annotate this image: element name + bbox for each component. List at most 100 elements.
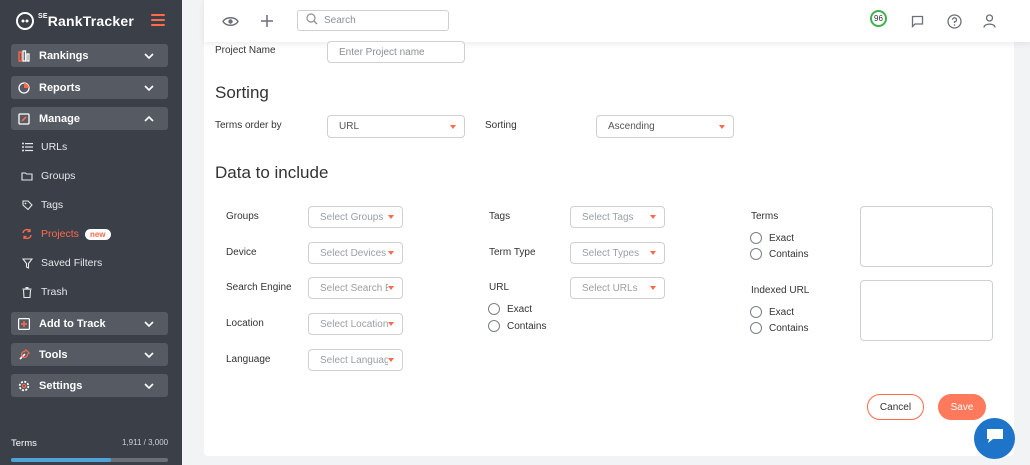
nav-group-label: Rankings xyxy=(39,49,89,62)
tools-icon xyxy=(17,348,31,362)
chevron-down-icon xyxy=(142,49,156,63)
nav-group-label: Reports xyxy=(39,81,81,94)
flag-icon[interactable] xyxy=(908,12,926,30)
nav-group-label: Tools xyxy=(39,348,68,361)
nav-group-tools[interactable]: Tools xyxy=(11,343,168,366)
terms-label: Terms xyxy=(751,211,779,222)
nav-group-add-to-track[interactable]: Add to Track xyxy=(11,312,168,335)
logo-mark-icon xyxy=(16,12,34,30)
language-select[interactable]: Select Languag xyxy=(308,349,403,371)
url-exact-radio[interactable]: Exact xyxy=(488,303,532,315)
sorting-label: Sorting xyxy=(485,120,517,131)
sorting-select[interactable]: Ascending xyxy=(596,115,734,138)
tag-icon xyxy=(21,199,33,211)
nav-group-settings[interactable]: Settings xyxy=(11,374,168,397)
search-icon xyxy=(306,12,318,30)
radio-circle xyxy=(750,248,762,260)
nav-group-reports[interactable]: Reports xyxy=(11,76,168,99)
user-icon[interactable] xyxy=(980,12,998,30)
chat-bubble-icon xyxy=(985,427,1005,450)
tags-select[interactable]: Select Tags xyxy=(570,206,665,228)
groups-select[interactable]: Select Groups xyxy=(308,206,403,228)
sidebar-item-label: Saved Filters xyxy=(41,257,103,269)
sidebar: SERankTracker Rankings Reports Manage UR… xyxy=(0,0,182,465)
radio-label: Exact xyxy=(769,306,795,318)
select-placeholder: Select Groups xyxy=(320,211,384,223)
terms-usage-label: Terms xyxy=(11,438,37,449)
nav-group-label: Add to Track xyxy=(39,317,106,330)
save-button[interactable]: Save xyxy=(938,394,986,420)
location-select[interactable]: Select Location xyxy=(308,313,403,335)
url-select[interactable]: Select URLs xyxy=(570,277,665,299)
caret-down-icon xyxy=(388,251,394,255)
list-icon xyxy=(21,141,33,153)
tags-label: Tags xyxy=(489,211,511,222)
sidebar-item-groups[interactable]: Groups xyxy=(21,167,75,185)
rankings-icon xyxy=(17,49,31,63)
groups-label: Groups xyxy=(226,211,259,222)
app-logo[interactable]: SERankTracker xyxy=(16,10,134,32)
health-score-badge[interactable]: 96 xyxy=(870,10,887,27)
plus-icon[interactable] xyxy=(258,12,276,30)
sidebar-item-projects[interactable]: Projects new xyxy=(21,225,111,243)
terms-contains-radio[interactable]: Contains xyxy=(750,248,808,260)
sidebar-item-trash[interactable]: Trash xyxy=(21,283,67,301)
caret-down-icon xyxy=(388,215,394,219)
terms-exact-radio[interactable]: Exact xyxy=(750,232,794,244)
search-box[interactable] xyxy=(297,10,449,31)
select-placeholder: Select Tags xyxy=(582,211,634,223)
nav-group-label: Settings xyxy=(39,379,83,392)
data-to-include-heading: Data to include xyxy=(215,163,329,182)
select-placeholder: Select Location xyxy=(320,318,388,330)
select-value: URL xyxy=(339,121,360,132)
search-engine-label: Search Engine xyxy=(226,282,292,293)
device-select[interactable]: Select Devices xyxy=(308,242,403,264)
project-name-input[interactable] xyxy=(327,41,465,63)
chevron-down-icon xyxy=(142,379,156,393)
search-input[interactable] xyxy=(324,15,444,26)
select-placeholder: Select Languag xyxy=(320,354,388,366)
indexed-url-textarea[interactable] xyxy=(860,280,993,341)
eye-icon[interactable] xyxy=(221,12,239,30)
projects-icon xyxy=(21,228,33,240)
terms-textarea[interactable] xyxy=(860,206,993,267)
terms-order-label: Terms order by xyxy=(215,120,282,131)
sidebar-item-label: Trash xyxy=(41,286,68,298)
indexed-url-exact-radio[interactable]: Exact xyxy=(750,306,794,318)
search-engine-select[interactable]: Select Search E xyxy=(308,277,403,299)
logo-text: SERankTracker xyxy=(38,13,135,29)
cancel-button[interactable]: Cancel xyxy=(867,394,924,420)
terms-usage-fill xyxy=(11,458,111,462)
radio-label: Exact xyxy=(769,232,795,244)
sidebar-item-urls[interactable]: URLs xyxy=(21,138,67,156)
new-badge: new xyxy=(84,228,111,240)
chat-widget-button[interactable] xyxy=(974,418,1015,459)
term-type-select[interactable]: Select Types xyxy=(570,242,665,264)
nav-group-rankings[interactable]: Rankings xyxy=(11,44,168,67)
gear-icon xyxy=(17,379,31,393)
chevron-down-icon xyxy=(142,348,156,362)
caret-down-icon xyxy=(388,322,394,326)
hamburger-menu-icon[interactable] xyxy=(151,14,165,26)
help-icon[interactable] xyxy=(945,12,963,30)
terms-order-select[interactable]: URL xyxy=(327,115,465,138)
nav-group-manage[interactable]: Manage xyxy=(11,107,168,130)
sidebar-item-tags[interactable]: Tags xyxy=(21,196,63,214)
folder-icon xyxy=(21,170,33,182)
sidebar-item-saved-filters[interactable]: Saved Filters xyxy=(21,254,102,272)
chevron-down-icon xyxy=(142,317,156,331)
select-value: Ascending xyxy=(608,121,655,132)
add-icon xyxy=(17,317,31,331)
chevron-down-icon xyxy=(142,81,156,95)
caret-down-icon xyxy=(650,215,656,219)
trash-icon xyxy=(21,286,33,298)
indexed-url-contains-radio[interactable]: Contains xyxy=(750,322,808,334)
sidebar-item-label: Groups xyxy=(41,170,76,182)
sidebar-item-label: URLs xyxy=(41,141,68,153)
url-label: URL xyxy=(489,282,510,293)
select-placeholder: Select Search E xyxy=(320,282,388,294)
radio-circle xyxy=(488,320,500,332)
terms-usage-bar xyxy=(11,458,168,462)
indexed-url-label: Indexed URL xyxy=(751,285,810,296)
url-contains-radio[interactable]: Contains xyxy=(488,320,546,332)
